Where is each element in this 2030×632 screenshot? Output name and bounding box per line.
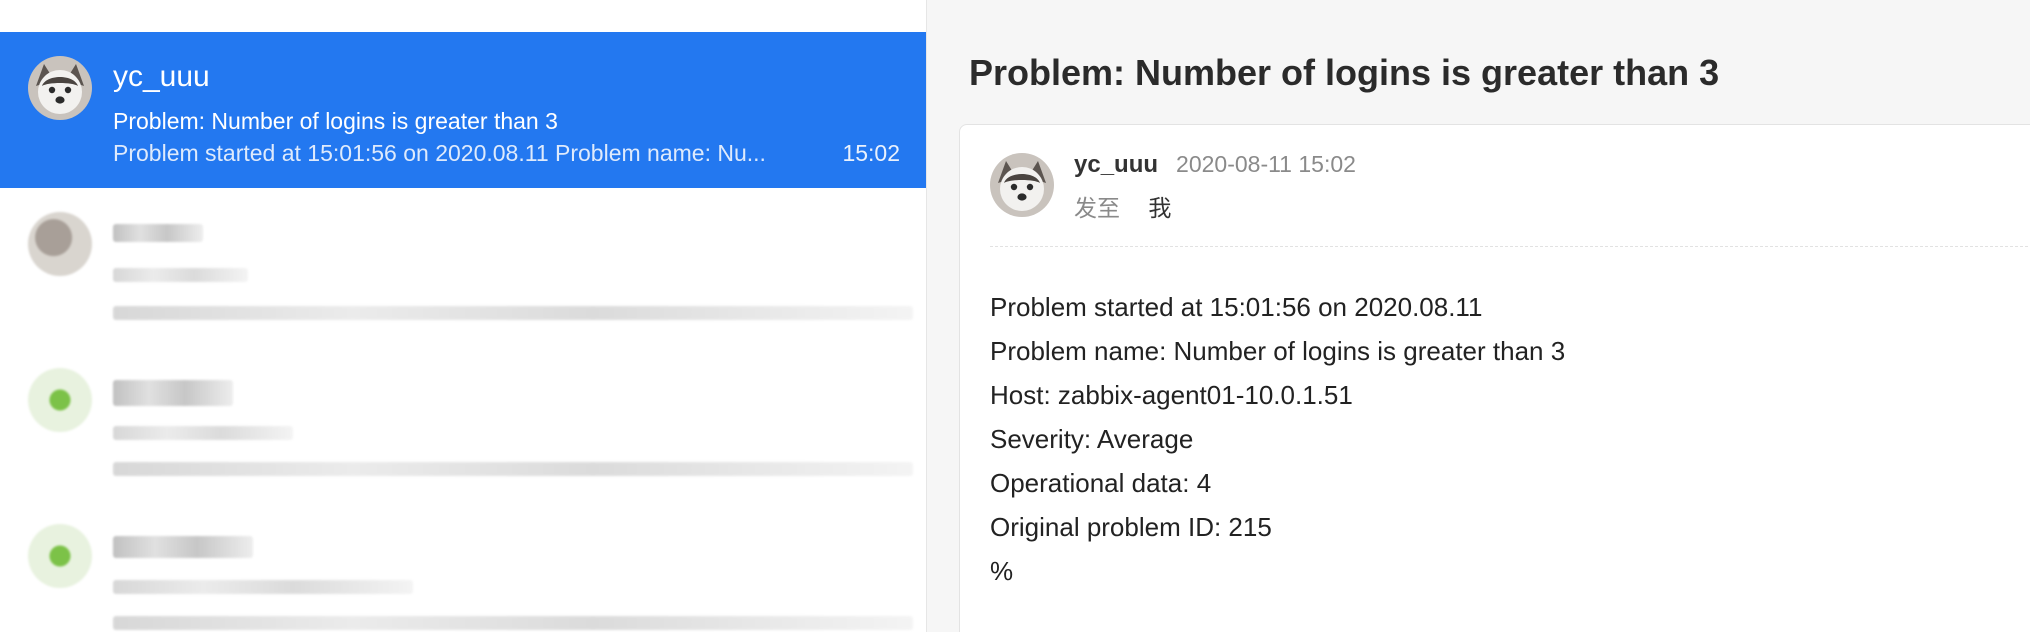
to-value[interactable]: 我 [1148,195,1171,221]
message-date: 2020-08-11 15:02 [1176,151,1356,177]
blurred-preview [113,306,913,320]
blurred-sender [113,224,203,242]
header-separator [990,246,2030,247]
blurred-sender [113,380,233,406]
blurred-avatar-icon [28,212,92,276]
blurred-subject [113,268,248,282]
list-item-body: yc_uuu Problem: Number of logins is grea… [113,60,900,168]
body-line: Original problem ID: 215 [990,512,1272,542]
husky-avatar-icon [990,153,1054,217]
blurred-avatar-icon [28,368,92,432]
page-title: Problem: Number of logins is greater tha… [969,52,1720,93]
blurred-sender [113,536,253,558]
list-item-preview-row: Problem started at 15:01:56 on 2020.08.1… [113,138,900,168]
blurred-preview [113,616,913,630]
body-line: Problem started at 15:01:56 on 2020.08.1… [990,292,1483,322]
message-card: yc_uuu 2020-08-11 15:02 发至 我 Problem sta… [959,124,2030,632]
meta-top: yc_uuu 2020-08-11 15:02 [1074,151,1356,179]
list-item-blurred[interactable] [0,188,926,344]
body-line: Problem name: Number of logins is greate… [990,336,1566,366]
reading-pane: Problem: Number of logins is greater tha… [927,0,2030,632]
body-line: % [990,556,1014,586]
list-top-spacer [0,0,926,32]
list-item-sender: yc_uuu [113,60,210,93]
husky-avatar-icon [28,56,92,120]
to-label: 发至 [1074,195,1120,221]
message-to: 发至 我 [1074,189,1356,223]
list-item-body-blurred [113,372,913,476]
blurred-preview [113,462,913,476]
message-list: yc_uuu Problem: Number of logins is grea… [0,0,926,632]
list-item-subject: Problem: Number of logins is greater tha… [113,108,558,134]
list-item-body-blurred [113,216,913,320]
list-item-body-blurred [113,528,913,630]
body-line: Host: zabbix-agent01-10.0.1.51 [990,380,1353,410]
list-item-blurred[interactable] [0,344,926,500]
blurred-subject [113,426,293,440]
message-sender[interactable]: yc_uuu [1074,151,1158,179]
body-line: Severity: Average [990,424,1194,454]
list-item-time: 15:02 [842,140,900,166]
list-item-selected[interactable]: yc_uuu Problem: Number of logins is grea… [0,32,926,188]
list-item-blurred[interactable] [0,500,926,632]
list-item-preview: Problem started at 15:01:56 on 2020.08.1… [113,140,766,166]
body-line: Operational data: 4 [990,468,1212,498]
message-body: Problem started at 15:01:56 on 2020.08.1… [990,285,1565,593]
blurred-avatar-icon [28,524,92,588]
message-meta: yc_uuu 2020-08-11 15:02 发至 我 [1074,151,1356,223]
blurred-subject [113,580,413,594]
